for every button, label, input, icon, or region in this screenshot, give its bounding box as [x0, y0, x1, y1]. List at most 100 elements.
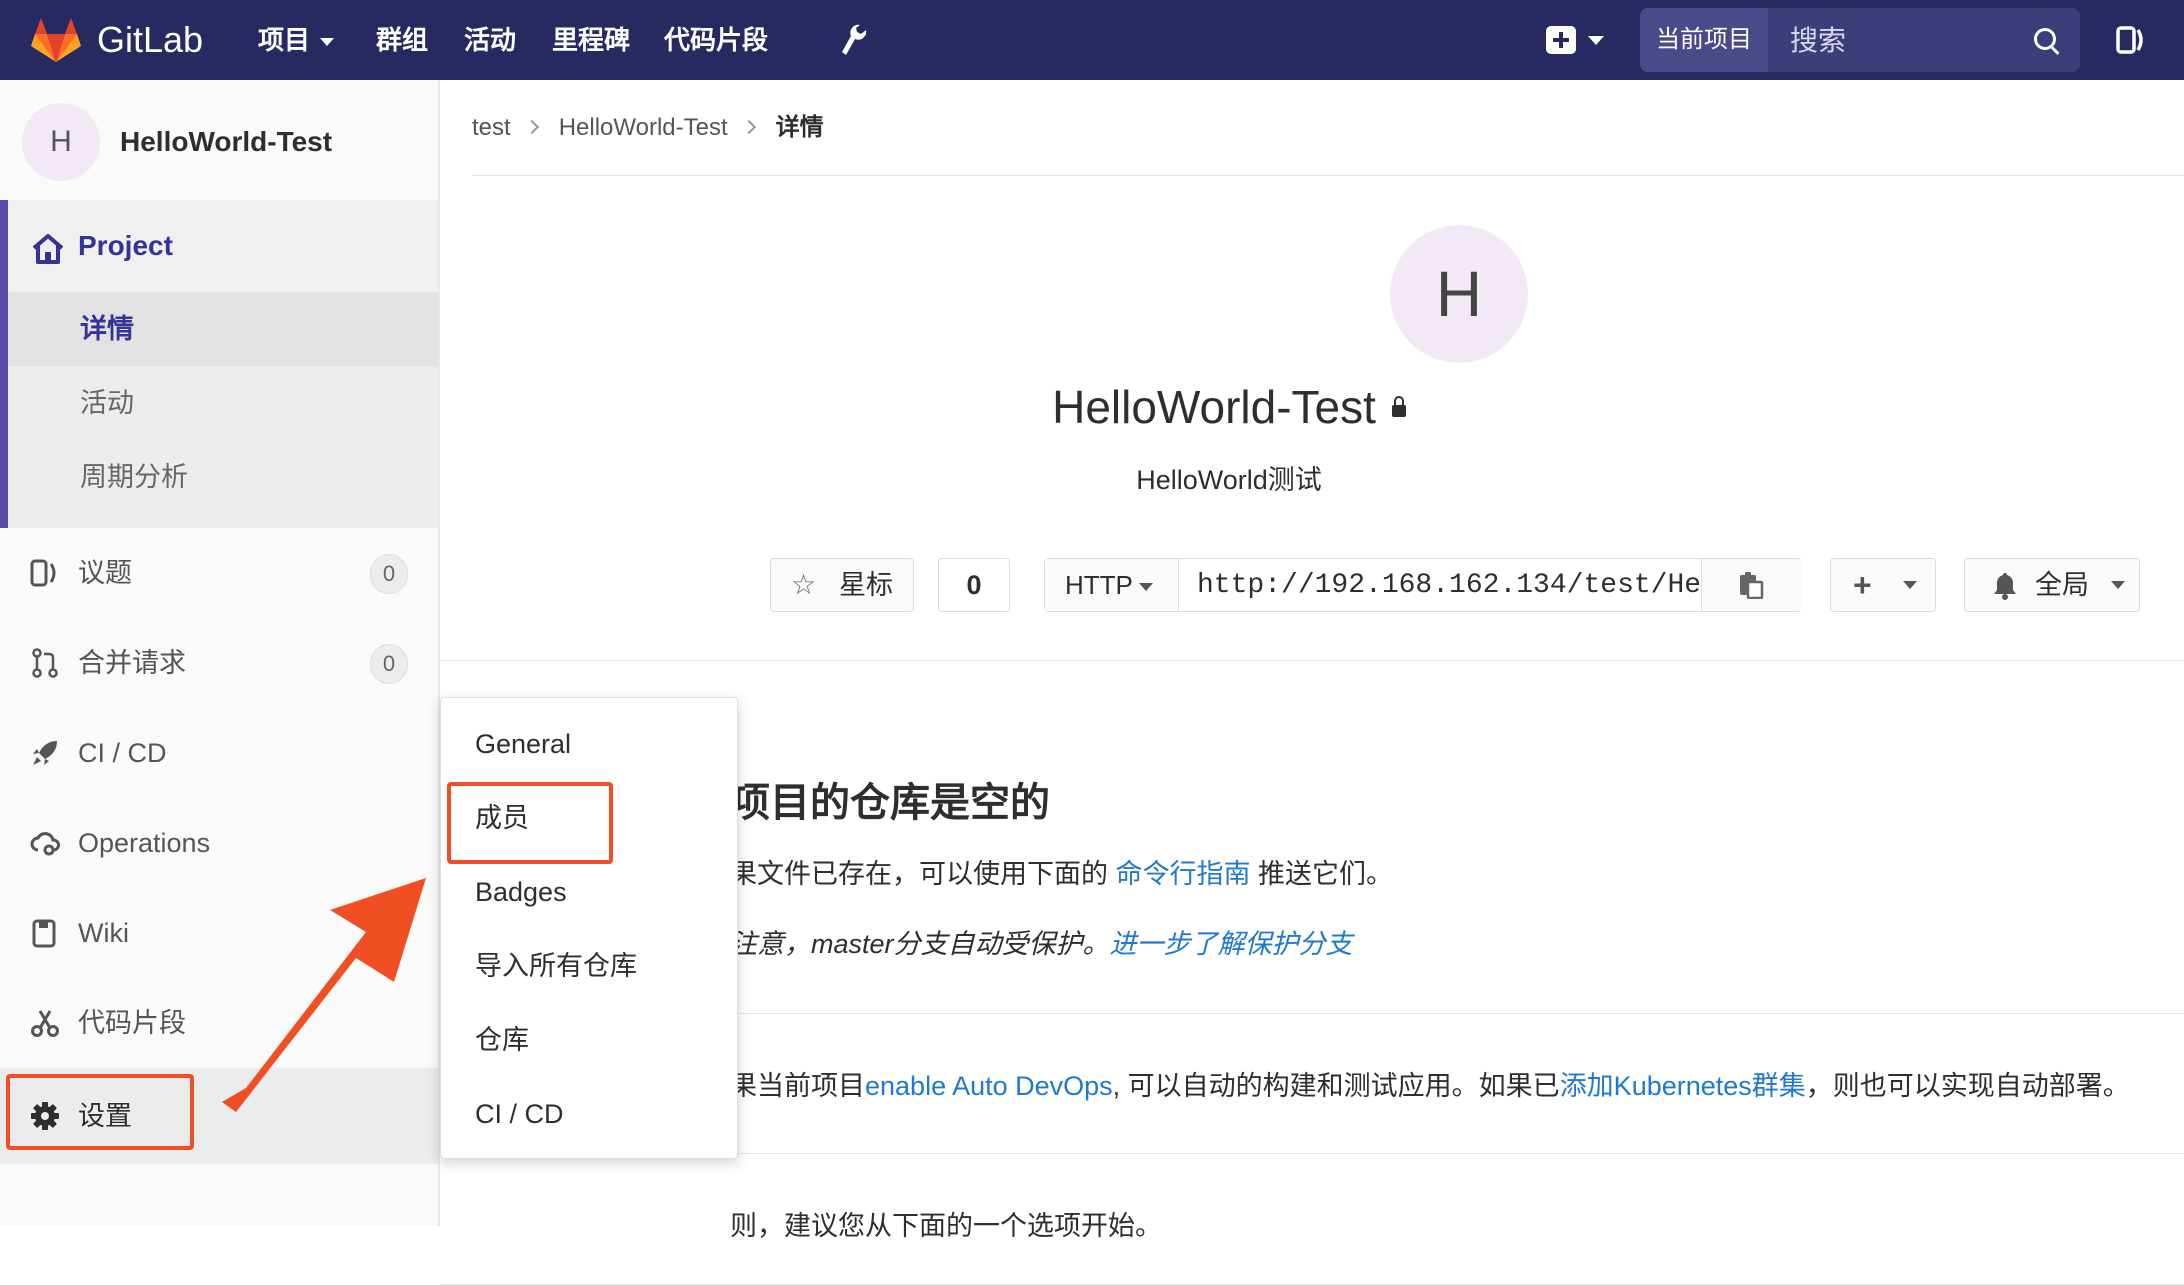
issues-count-badge: 0 [370, 554, 408, 594]
project-title: HelloWorld-Test [440, 380, 2018, 434]
cloud-gear-icon [30, 832, 60, 856]
caret-down-icon [1903, 581, 1917, 589]
protected-branches-link[interactable]: 进一步了解保护分支 [1110, 929, 1353, 959]
annotation-highlight-settings [6, 1074, 194, 1150]
clipboard-icon [1740, 572, 1764, 599]
text: 果文件已存在，可以使用下面的 [730, 859, 1116, 889]
top-navbar: GitLab 项目 群组 活动 里程碑 代码片段 当前项目 [0, 0, 2184, 80]
sidebar-subitem-cycle-analytics[interactable]: 周期分析 [8, 440, 438, 514]
star-button-label: 星标 [839, 570, 893, 600]
text: ，则也可以实现自动部署。 [1805, 1071, 2130, 1101]
star-icon: ☆ [791, 569, 817, 600]
scissors-icon [31, 1010, 59, 1037]
protocol-label: HTTP [1065, 570, 1133, 600]
nav-projects[interactable]: 项目 [258, 0, 335, 80]
sidebar-item-label: Operations [78, 828, 211, 858]
breadcrumb: test HelloWorld-Test 详情 [472, 80, 824, 176]
nav-groups[interactable]: 群组 [376, 0, 428, 80]
sidebar-item-label: CI / CD [78, 738, 167, 768]
annotation-highlight-members [447, 782, 613, 864]
chevron-down-icon [320, 38, 335, 47]
protected-branch-note: 注意，master分支自动受保护。进一步了解保护分支 [730, 922, 1353, 961]
project-title-text: HelloWorld-Test [1052, 381, 1376, 433]
star-count[interactable]: 0 [938, 558, 1010, 612]
new-item-icon[interactable] [1546, 26, 1576, 54]
sidebar-project-name[interactable]: HelloWorld-Test [120, 80, 332, 200]
settings-menu-general[interactable]: General [441, 714, 737, 774]
merge-requests-count-badge: 0 [370, 644, 408, 684]
breadcrumb-item-current[interactable]: 详情 [776, 114, 824, 141]
sidebar-project-header[interactable]: H HelloWorld-Test [0, 80, 438, 200]
wrench-icon[interactable] [838, 22, 868, 58]
todo-list-icon[interactable] [2116, 24, 2144, 56]
sidebar-item-label: 合并请求 [78, 648, 186, 678]
gitlab-logo-icon[interactable] [30, 16, 82, 64]
sidebar-subitem-activity[interactable]: 活动 [8, 366, 438, 440]
chevron-down-icon[interactable] [1588, 36, 1604, 45]
brand-name[interactable]: GitLab [97, 0, 203, 80]
sidebar-item-snippets[interactable]: 代码片段 [0, 978, 438, 1068]
enable-auto-devops-link[interactable]: enable Auto DevOps [865, 1071, 1113, 1101]
text: 果当前项目 [730, 1071, 865, 1101]
nav-activity[interactable]: 活动 [464, 0, 516, 80]
merge-request-icon [32, 648, 58, 678]
nav-milestones[interactable]: 里程碑 [552, 0, 630, 80]
chevron-right-icon [524, 119, 539, 135]
sidebar-item-label: Wiki [78, 918, 129, 948]
search-icon[interactable] [2034, 28, 2056, 50]
empty-repo-instructions: 果文件已存在，可以使用下面的 命令行指南 推送它们。 [730, 852, 1393, 891]
search-box[interactable] [1768, 8, 2080, 74]
issues-icon [30, 559, 56, 587]
protocol-dropdown[interactable]: HTTP [1045, 559, 1179, 611]
notification-dropdown[interactable]: 全局 [1964, 558, 2140, 612]
caret-down-icon [1138, 583, 1153, 592]
sidebar-subitem-details[interactable]: 详情 [8, 292, 438, 366]
sidebar-item-ci-cd[interactable]: CI / CD [0, 708, 438, 798]
settings-flyout-menu: General 成员 Badges 导入所有仓库 仓库 CI / CD [440, 697, 738, 1159]
chevron-right-icon [741, 119, 756, 135]
text: 注意，master分支自动受保护。 [730, 929, 1110, 959]
star-button[interactable]: ☆ 星标 [770, 558, 914, 612]
settings-menu-badges[interactable]: Badges [441, 862, 737, 922]
search-input[interactable] [1788, 8, 2032, 74]
breadcrumb-item-project[interactable]: HelloWorld-Test [559, 114, 728, 141]
command-line-guide-link[interactable]: 命令行指南 [1116, 859, 1251, 889]
project-description: HelloWorld测试 [1136, 465, 1322, 495]
settings-menu-repository[interactable]: 仓库 [441, 1010, 737, 1070]
sidebar-item-operations[interactable]: Operations [0, 798, 438, 888]
sidebar-item-issues[interactable]: 议题 0 [0, 528, 438, 618]
home-icon [32, 234, 64, 264]
search-scope-badge[interactable]: 当前项目 [1640, 8, 1768, 72]
nav-projects-label: 项目 [258, 25, 311, 55]
settings-menu-import[interactable]: 导入所有仓库 [441, 936, 737, 996]
sidebar-project-label: Project [78, 230, 173, 261]
getting-started-note: 则，建议您从下面的一个选项开始。 [730, 1211, 1162, 1241]
sidebar-item-label: 议题 [78, 558, 132, 588]
add-new-dropdown[interactable]: + [1830, 558, 1936, 612]
sidebar-item-merge-requests[interactable]: 合并请求 0 [0, 618, 438, 708]
book-icon [32, 919, 56, 948]
bell-icon [1994, 573, 2016, 600]
settings-menu-ci-cd[interactable]: CI / CD [441, 1084, 737, 1144]
clone-url-group: HTTP [1044, 558, 1802, 612]
text: , 可以自动的构建和测试应用。如果已 [1112, 1071, 1560, 1101]
add-kubernetes-cluster-link[interactable]: 添加Kubernetes群集 [1560, 1071, 1806, 1101]
caret-down-icon [2111, 581, 2125, 589]
project-sidebar: H HelloWorld-Test Project 详情 活动 周期分析 议题 … [0, 80, 440, 1226]
sidebar-item-project[interactable]: Project [8, 200, 438, 292]
sidebar-project-section: Project 详情 活动 周期分析 [0, 200, 438, 528]
sidebar-item-label: 代码片段 [78, 1008, 186, 1038]
project-avatar: H [1390, 225, 1528, 363]
notification-level-label: 全局 [2035, 570, 2089, 600]
lock-icon [1391, 395, 1406, 417]
divider [440, 660, 2184, 661]
nav-snippets[interactable]: 代码片段 [664, 0, 768, 80]
empty-repo-title: 项目的仓库是空的 [730, 781, 1050, 825]
plus-icon: + [1853, 567, 1872, 603]
copy-url-button[interactable] [1701, 559, 1802, 611]
clone-url-input[interactable] [1179, 559, 1701, 611]
auto-devops-note: 果当前项目enable Auto DevOps, 可以自动的构建和测试应用。如果… [730, 1064, 2130, 1103]
project-avatar-small[interactable]: H [22, 103, 100, 181]
sidebar-item-wiki[interactable]: Wiki [0, 888, 438, 978]
breadcrumb-item-group[interactable]: test [472, 114, 511, 141]
